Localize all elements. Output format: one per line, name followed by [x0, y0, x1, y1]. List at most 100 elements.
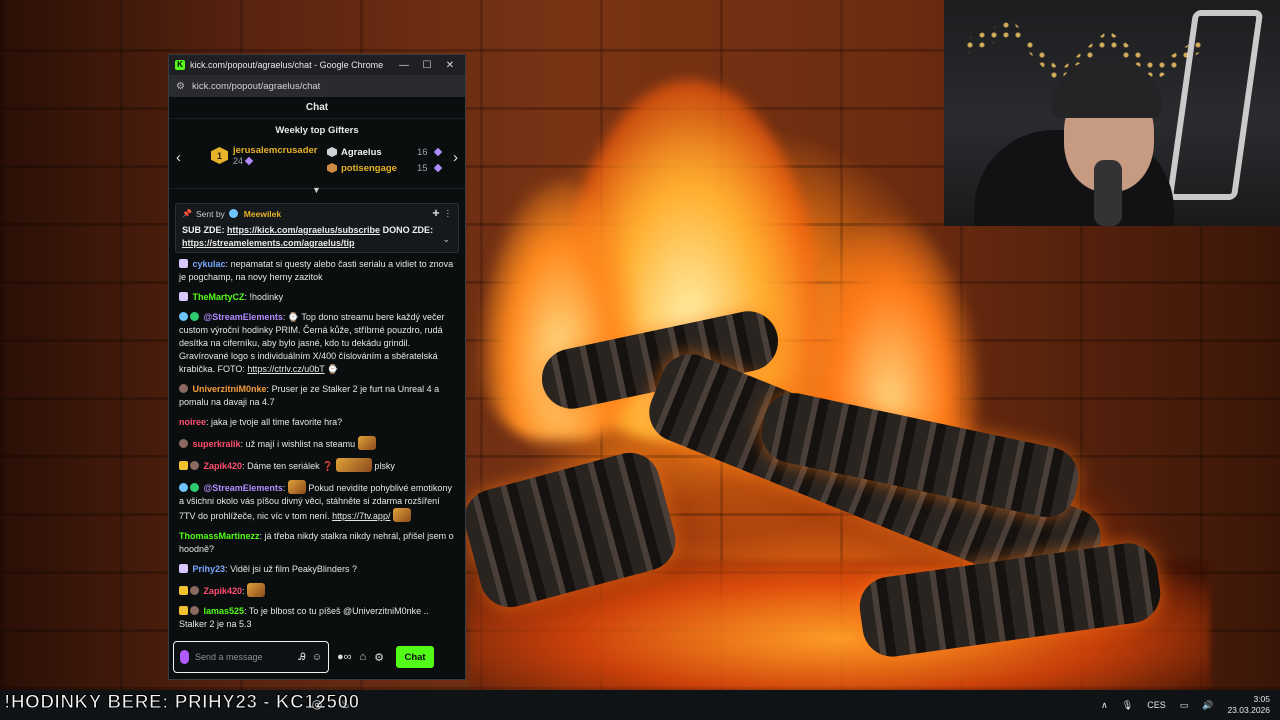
site-settings-icon[interactable]: ⚙ — [176, 81, 185, 92]
pinned-sender[interactable]: Meewilek — [244, 209, 281, 219]
tip-link[interactable]: https://streamelements.com/agraelus/tip — [182, 238, 355, 248]
microphone-icon[interactable]: 🎙 — [1122, 700, 1133, 711]
photo-link[interactable]: https://ctrlv.cz/u0bT — [247, 364, 324, 374]
network-icon[interactable]: ▭ — [1180, 700, 1189, 711]
chat-username[interactable]: TheMartyCZ — [193, 292, 245, 302]
chevron-right-icon[interactable]: › — [453, 149, 458, 166]
chevron-up-icon[interactable]: ∧ — [1101, 700, 1108, 711]
chevron-down-icon[interactable]: ⌄ — [442, 234, 450, 245]
chat-username[interactable]: Zapik420 — [204, 586, 243, 596]
bot-badge-icon — [179, 312, 188, 321]
chat-text: Viděl jsi už film PeakyBlinders ? — [230, 564, 357, 574]
mod-badge-icon — [228, 209, 238, 218]
chat-text-after: plsky — [374, 461, 395, 471]
steam-icon[interactable]: ♨ — [336, 695, 354, 713]
emote-menu-icon[interactable]: ●∞ — [337, 651, 352, 663]
window-titlebar: K kick.com/popout/agraelus/chat - Google… — [169, 55, 465, 75]
chat-username[interactable]: superkralik — [193, 439, 241, 449]
taskbar: !HODINKY BERE: PRIHY23 - KC12500 ◎ ♨ ∧ 🎙… — [0, 690, 1280, 720]
gifter-name: potisengage — [341, 162, 397, 174]
sub-badge-icon — [179, 259, 188, 268]
store-icon[interactable]: ⌂ — [360, 651, 367, 663]
crown-badge-icon — [179, 461, 188, 470]
settings-icon[interactable]: ⚙ — [374, 651, 384, 664]
silver-badge-icon — [327, 147, 337, 157]
obs-icon[interactable]: ◎ — [308, 695, 326, 713]
volume-icon[interactable]: 🔊 — [1202, 700, 1213, 711]
verified-badge-icon — [190, 312, 199, 321]
chat-message-list[interactable]: cykulac: nepamatat si questy alebo časti… — [169, 258, 465, 634]
translate-icon[interactable]: Ꭿ — [299, 652, 306, 663]
chat-text: už mají i wishlist na steamu — [245, 439, 356, 449]
unpin-icon[interactable]: ✚ — [432, 208, 439, 219]
avatar-badge-icon — [190, 586, 199, 595]
7tv-link[interactable]: https://7tv.app/ — [332, 511, 390, 521]
chat-username[interactable]: UniverzitniM0nke — [193, 384, 267, 394]
chair — [1166, 10, 1264, 200]
address-bar[interactable]: ⚙ kick.com/popout/agraelus/chat — [169, 75, 465, 97]
chat-message: @StreamElements: ⌚ Top dono streamu bere… — [179, 312, 445, 374]
chat-text: Dáme ten seriálek — [247, 461, 320, 471]
chat-message: ThomassMartinezz: já třeba nikdy stalkra… — [179, 531, 454, 554]
emoji-icon[interactable]: ☺ — [312, 652, 322, 663]
chevron-left-icon[interactable]: ‹ — [176, 149, 181, 166]
clock[interactable]: 3:05 23.03.2026 — [1227, 694, 1270, 716]
sub-badge-icon — [179, 292, 188, 301]
chat-message: superkralik: už mají i wishlist na steam… — [179, 436, 455, 451]
sub-badge-icon — [179, 564, 188, 573]
crown-badge-icon — [179, 586, 188, 595]
chat-message: Zapik420: Dáme ten seriálek ❓ plsky — [179, 458, 455, 473]
clock-time: 3:05 — [1253, 694, 1270, 704]
send-chat-button[interactable]: Chat — [396, 646, 435, 668]
chat-message: cykulac: nepamatat si questy alebo časti… — [179, 259, 454, 282]
gifter-row[interactable]: potisengage 15 — [327, 160, 442, 176]
pinned-message: 📌 Sent by Meewilek ✚ ⋮ SUB ZDE: https://… — [175, 203, 459, 253]
microphone — [1094, 160, 1122, 226]
system-tray: ∧ 🎙 CES ▭ 🔊 3:05 23.03.2026 — [1101, 690, 1270, 720]
chat-message: lamas525: To je blbost co tu píšeš @Univ… — [179, 606, 429, 629]
chat-message: TheMartyCZ: !hodinky — [179, 291, 455, 304]
chat-username[interactable]: Zapik420 — [204, 461, 243, 471]
mic-icon[interactable] — [180, 650, 189, 664]
avatar-badge-icon — [190, 606, 199, 615]
chat-input-placeholder[interactable]: Send a message — [195, 652, 293, 662]
gift-icon — [244, 156, 254, 166]
gifter-count: 24 — [233, 156, 244, 166]
chat-username[interactable]: lamas525 — [204, 606, 245, 616]
kick-icon: K — [175, 60, 185, 70]
chat-username[interactable]: @StreamElements — [204, 483, 283, 493]
crown-badge-icon — [179, 606, 188, 615]
chat-message: Prihy23: Viděl jsi už film PeakyBlinders… — [179, 563, 455, 576]
chat-username[interactable]: @StreamElements — [204, 312, 283, 322]
maximize-icon[interactable]: ☐ — [418, 60, 436, 71]
gifter-row[interactable]: Agraelus 16 — [327, 144, 442, 160]
pinned-text-part: DONO ZDE: — [380, 225, 434, 235]
emote-icon — [335, 458, 372, 472]
verified-badge-icon — [190, 483, 199, 492]
chat-input[interactable]: Send a message Ꭿ ☺ — [173, 641, 329, 673]
chat-username[interactable]: cykulac — [193, 259, 226, 269]
taskbar-apps: ◎ ♨ — [308, 695, 354, 713]
chat-username[interactable]: noiree — [179, 417, 206, 427]
rank-badge: 1 — [211, 147, 228, 164]
chat-username[interactable]: ThomassMartinezz — [179, 531, 260, 541]
chat-message: Zapik420: — [179, 583, 455, 598]
gifter-count: 16 — [417, 146, 428, 158]
minimize-icon[interactable]: — — [395, 60, 413, 71]
chat-username[interactable]: Prihy23 — [193, 564, 226, 574]
language-indicator[interactable]: CES — [1147, 700, 1166, 710]
chat-text: jaka je tvoje all time favorite hra? — [211, 417, 343, 427]
chat-text-after: ⌚ — [324, 364, 339, 374]
top-gifter[interactable]: 1 jerusalemcrusader 24 — [211, 145, 318, 166]
drag-handle-icon[interactable]: ▼ — [312, 185, 324, 195]
chat-text: !hodinky — [249, 292, 284, 302]
more-options-icon[interactable]: ⋮ — [444, 208, 453, 219]
emote-icon — [247, 583, 266, 597]
close-icon[interactable]: ✕ — [441, 60, 459, 71]
subscribe-link[interactable]: https://kick.com/agraelus/subscribe — [227, 225, 380, 235]
chat-message: noiree: jaka je tvoje all time favorite … — [179, 417, 343, 427]
emote-icon — [357, 436, 376, 450]
pin-icon: 📌 — [182, 209, 192, 218]
gift-icon — [433, 147, 442, 157]
bronze-badge-icon — [327, 163, 337, 173]
